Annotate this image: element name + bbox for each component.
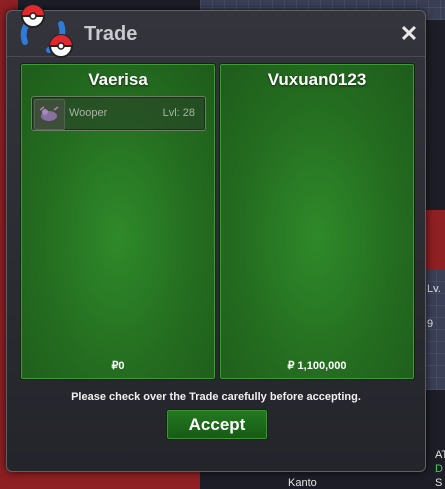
window-title: Trade (84, 23, 138, 45)
trade-window: Trade ✕ Vaerisa Wooper Lvl: 28 ₽0 Vuxuan… (6, 4, 426, 472)
background-label-d: D (435, 463, 443, 475)
item-level: Lvl: 28 (162, 107, 195, 119)
background-label-region: Kanto (288, 477, 317, 489)
background-label-at: AT (435, 449, 445, 461)
left-money: ₽0 (111, 360, 125, 372)
background-label-lv: Lv. (427, 283, 441, 295)
right-money: ₽ 1,100,000 (287, 360, 347, 372)
close-icon[interactable]: ✕ (399, 23, 419, 45)
background-label-s: S (435, 477, 443, 489)
left-player-name: Vaerisa (88, 70, 148, 89)
pokemon-sprite-icon (34, 99, 65, 130)
trade-panel-left: Vaerisa Wooper Lvl: 28 ₽0 (20, 63, 216, 380)
trade-icon (20, 4, 73, 58)
trade-notice: Please check over the Trade carefully be… (71, 391, 361, 403)
background-red-wall-right (424, 210, 445, 270)
background-red-floor (0, 470, 200, 489)
trade-item-slot[interactable]: Wooper Lvl: 28 (31, 96, 206, 131)
accept-button[interactable]: Accept (166, 409, 268, 440)
background-label-9: 9 (427, 318, 434, 330)
trade-panel-right: Vuxuan0123 ₽ 1,100,000 (219, 63, 415, 380)
item-name: Wooper (69, 107, 108, 119)
right-player-name: Vuxuan0123 (267, 70, 367, 89)
